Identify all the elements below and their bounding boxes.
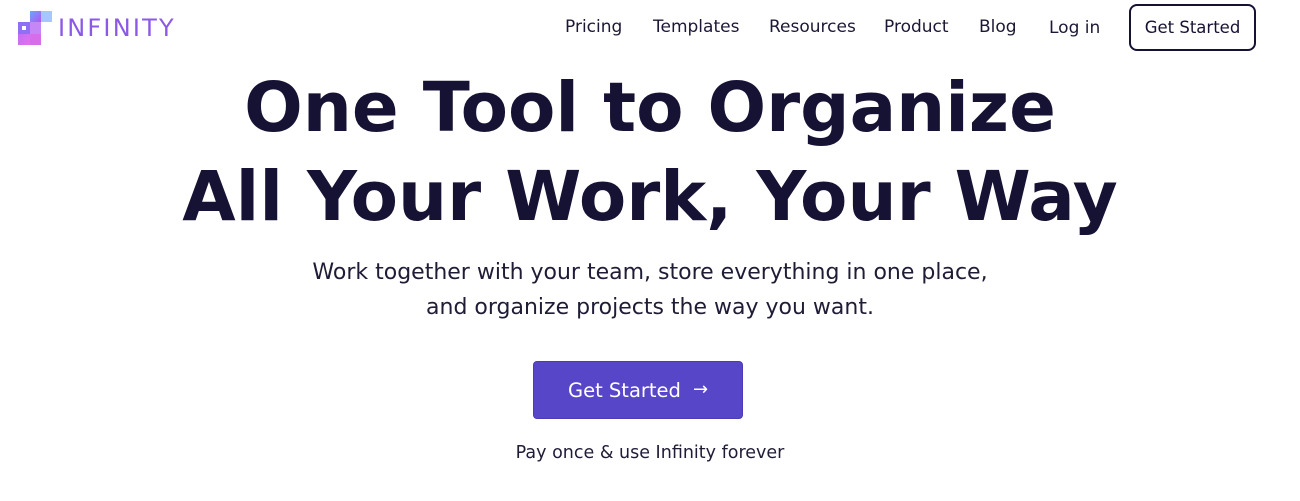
hero-subtitle-line-1: Work together with your team, store ever… [312,260,988,285]
landing-page: INFINITY Pricing Templates Resources Pro… [0,0,1300,501]
hero-title-line-1: One Tool to Organize [244,68,1056,148]
nav-product[interactable]: Product [884,19,949,36]
pricing-note: Pay once & use Infinity forever [515,443,785,463]
hero-title-line-2: All Your Work, Your Way [182,157,1118,237]
infinity-logo-icon [18,11,52,45]
nav-pricing[interactable]: Pricing [565,19,622,36]
hero-subtitle-line-2: and organize projects the way you want. [426,295,874,320]
hero-cta-label: Get Started [567,378,681,402]
infinity-logo[interactable]: INFINITY [18,11,176,45]
hero-get-started-button[interactable]: Get Started → [533,361,743,419]
nav-login[interactable]: Log in [1049,20,1100,37]
header-get-started-button[interactable]: Get Started [1129,4,1256,51]
logo-wordmark: INFINITY [58,14,176,42]
nav-resources[interactable]: Resources [769,19,856,36]
nav-blog[interactable]: Blog [979,19,1017,36]
arrow-right-icon: → [692,379,709,400]
nav-templates[interactable]: Templates [653,19,739,36]
